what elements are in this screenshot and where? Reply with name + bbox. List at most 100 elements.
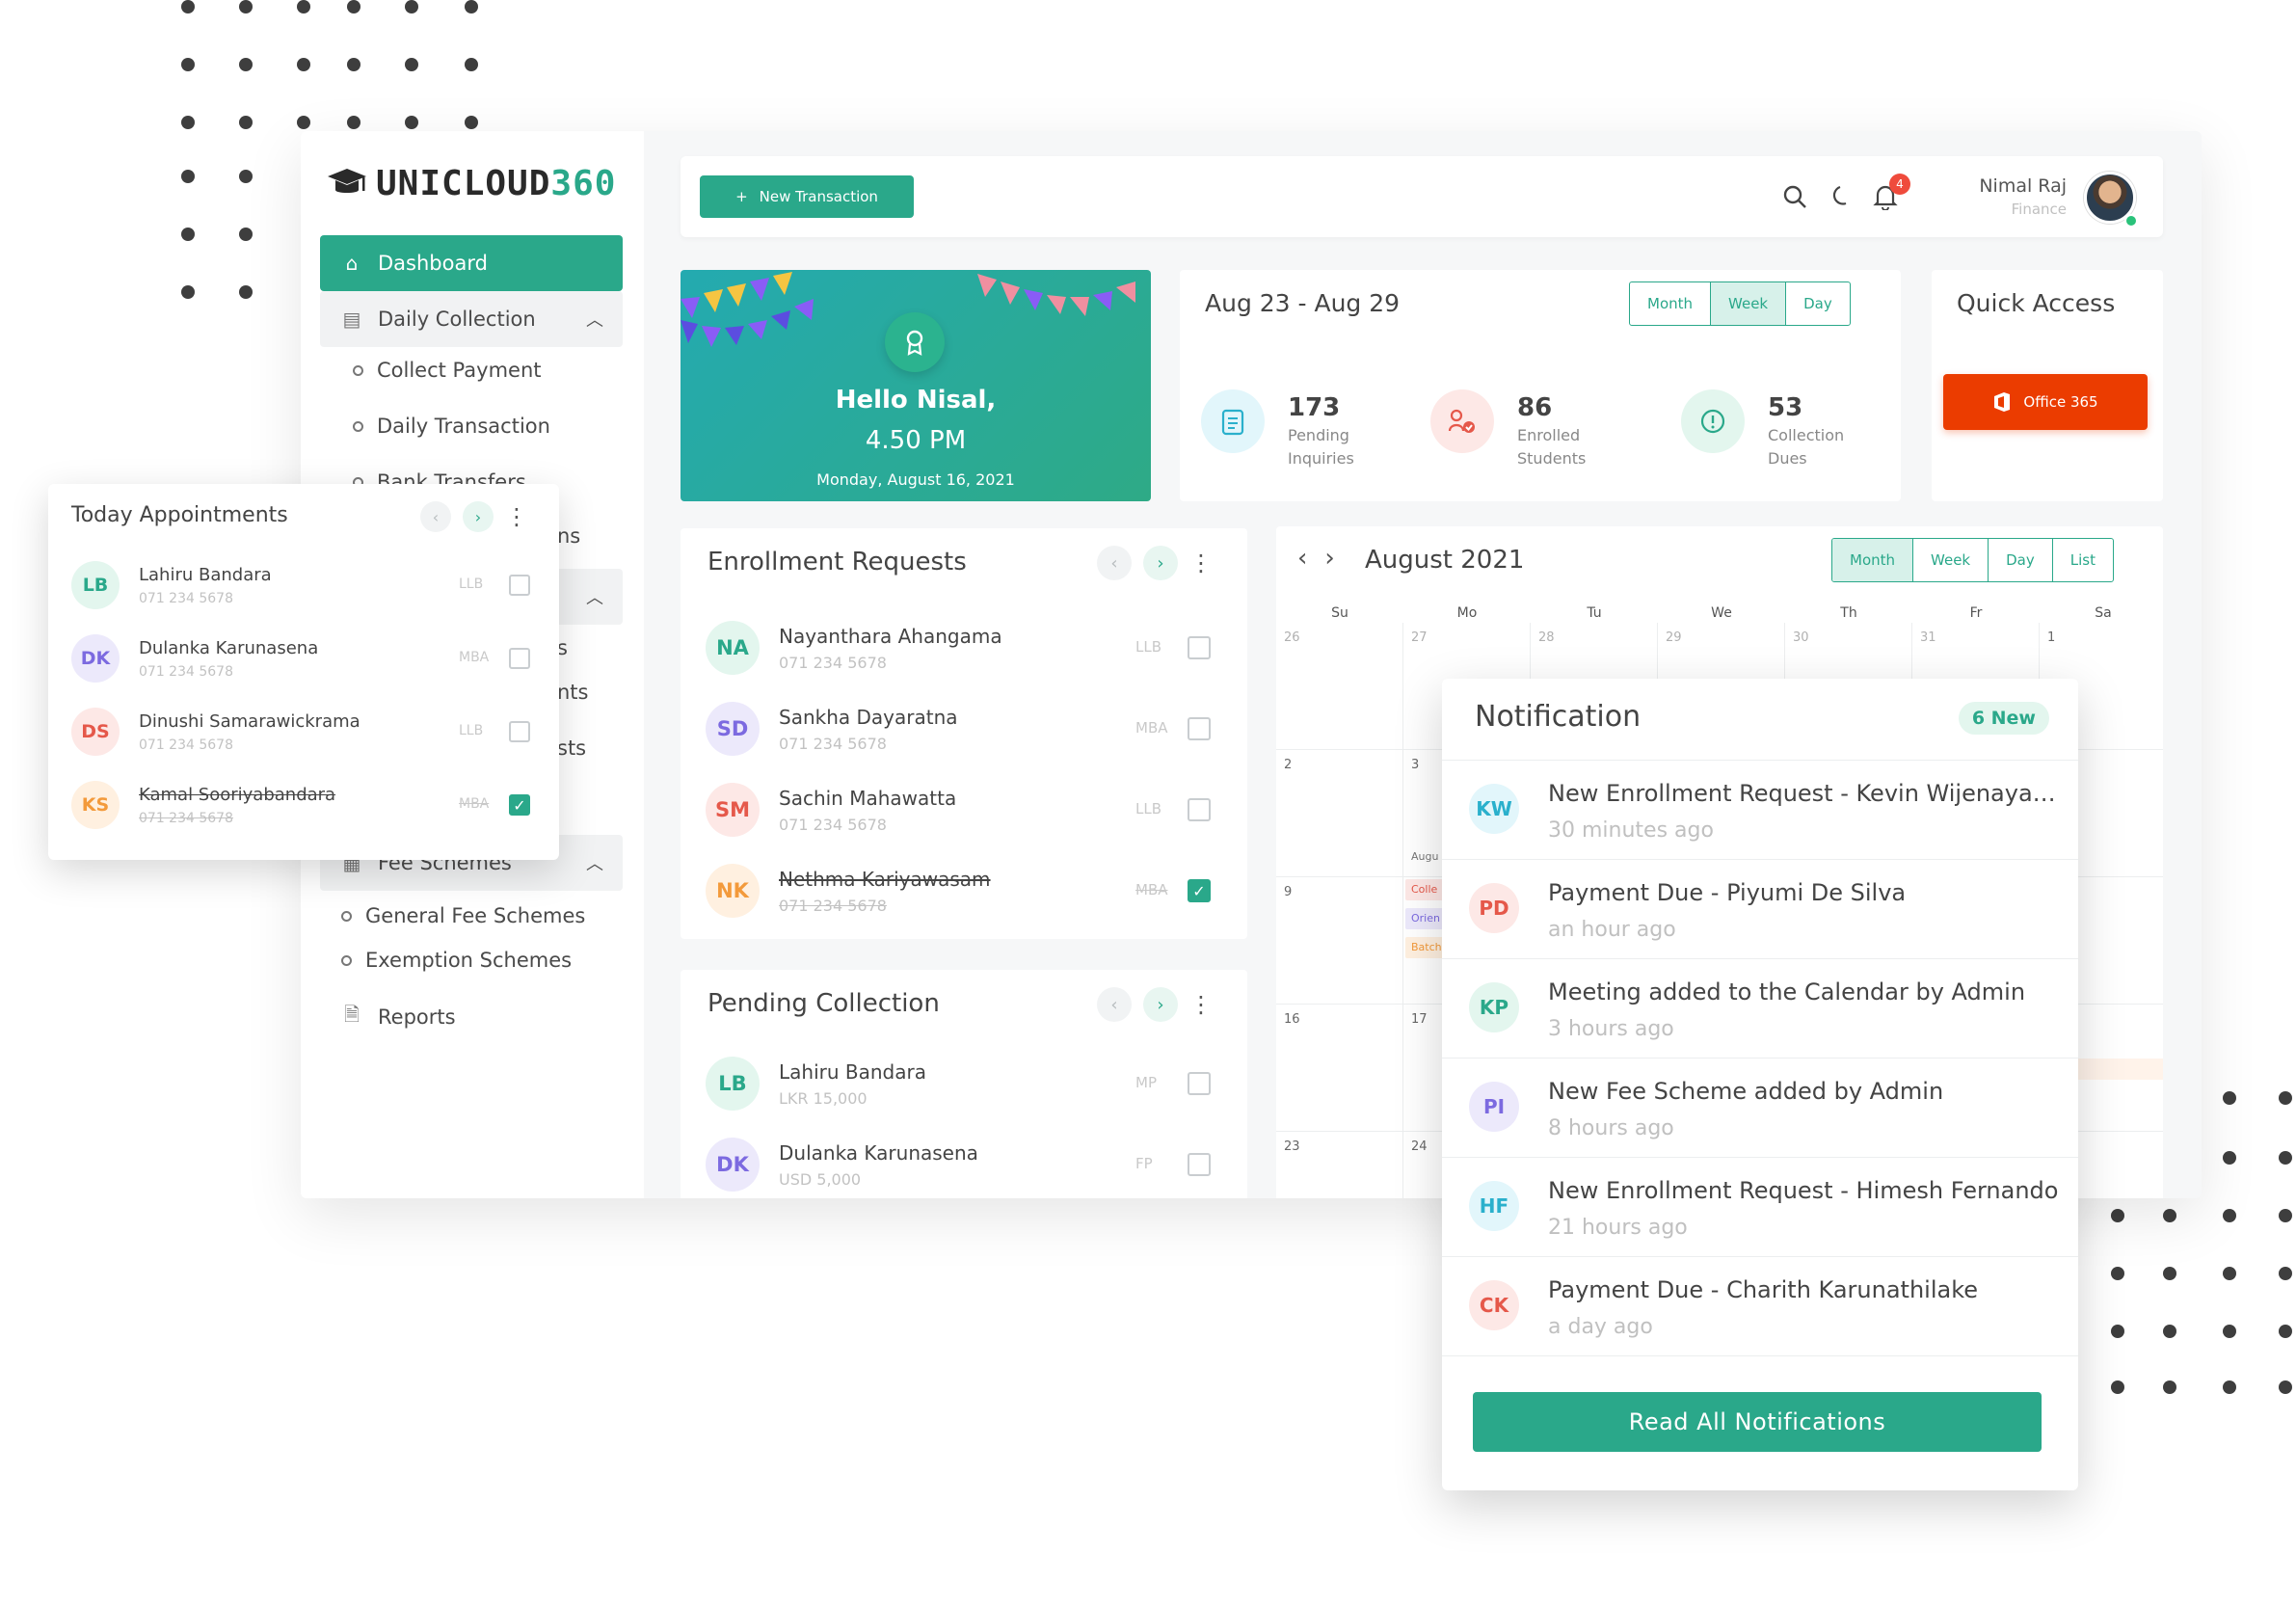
sidebar-item-dashboard[interactable]: ⌂ Dashboard [320, 235, 623, 291]
sidebar-subitem-collect-payment[interactable]: Collect Payment [353, 359, 542, 382]
view-week-button[interactable]: Week [1711, 282, 1787, 325]
decorative-dot [2279, 1151, 2292, 1165]
program-tag: FP [1135, 1155, 1153, 1172]
row-checkbox[interactable] [1188, 1072, 1211, 1095]
notification-time: 3 hours ago [1548, 1017, 1674, 1041]
office-365-button[interactable]: Office 365 [1943, 374, 2148, 430]
decorative-dot [2111, 1267, 2124, 1280]
new-transaction-button[interactable]: + New Transaction [700, 175, 914, 218]
notification-item[interactable]: HF New Enrollment Request - Himesh Fernan… [1442, 1157, 2078, 1256]
notification-item[interactable]: KP Meeting added to the Calendar by Admin… [1442, 958, 2078, 1058]
list-item[interactable]: DK Dulanka Karunasena USD 5,000 [706, 1124, 978, 1198]
chevron-left-icon[interactable]: ‹ [1097, 987, 1132, 1022]
notification-time: a day ago [1548, 1315, 1653, 1339]
row-checkbox[interactable] [1188, 798, 1211, 821]
list-item[interactable]: SD Sankha Dayaratna 071 234 5678 [706, 688, 958, 769]
stat-value: 86 [1517, 393, 1553, 422]
chevron-right-icon[interactable]: › [1324, 544, 1334, 573]
view-week-button[interactable]: Week [1913, 539, 1989, 581]
more-vertical-icon[interactable]: ⋮ [505, 503, 528, 530]
row-checkbox[interactable] [509, 648, 530, 669]
decorative-dot [297, 116, 310, 129]
view-list-button[interactable]: List [2053, 539, 2113, 581]
sidebar-item-reports[interactable]: 🗎 Reports [320, 989, 623, 1045]
today-appointments-card: Today Appointments ‹ › ⋮ LB Lahiru Bandar… [48, 484, 559, 860]
chevron-left-icon[interactable]: ‹ [1297, 544, 1307, 573]
row-checkbox[interactable] [509, 575, 530, 596]
read-all-notifications-button[interactable]: Read All Notifications [1473, 1392, 2042, 1452]
chevron-right-icon[interactable]: › [1143, 546, 1178, 580]
sidebar-subitem-general-fee-schemes[interactable]: General Fee Schemes [341, 904, 585, 927]
calendar-day-cell[interactable]: 9 [1276, 877, 1403, 1005]
notification-item[interactable]: PI New Fee Scheme added by Admin 8 hours a… [1442, 1058, 2078, 1157]
notification-item[interactable]: KW New Enrollment Request - Kevin Wijenay… [1442, 760, 2078, 859]
app-logo[interactable]: UNICLOUD360 [326, 164, 616, 203]
notification-text: New Fee Scheme added by Admin [1548, 1078, 1944, 1105]
chevron-right-icon[interactable]: › [463, 501, 494, 532]
calendar-day-cell[interactable]: 2 [1276, 750, 1403, 877]
list-item[interactable]: KS Kamal Sooriyabandara 071 234 5678 [71, 767, 335, 843]
list-item[interactable]: LB Lahiru Bandara LKR 15,000 [706, 1043, 926, 1124]
stat-collection-dues[interactable]: 53 Collection Dues [1681, 389, 1844, 470]
stat-enrolled-students[interactable]: 86 Enrolled Students [1430, 389, 1586, 470]
view-month-button[interactable]: Month [1832, 539, 1914, 581]
stat-label: Inquiries [1288, 449, 1354, 468]
logo-text: UNICLOUD [376, 164, 551, 203]
more-vertical-icon[interactable]: ⋮ [1189, 991, 1213, 1018]
calendar-title: August 2021 [1365, 546, 1525, 575]
day-number: 29 [1666, 630, 1682, 645]
decorative-dot [239, 58, 253, 71]
notification-text: New Enrollment Request - Kevin Wijenayak… [1548, 780, 2059, 807]
row-checkbox[interactable] [1188, 636, 1211, 659]
row-checkbox[interactable] [1188, 1153, 1211, 1176]
row-checkbox[interactable] [509, 721, 530, 742]
view-day-button[interactable]: Day [1786, 282, 1850, 325]
greeting-title: Hello Nisal, [835, 386, 997, 415]
calendar-day-cell[interactable]: 16 [1276, 1005, 1403, 1132]
button-label: New Transaction [759, 188, 878, 205]
row-checkbox[interactable]: ✓ [1188, 879, 1211, 902]
avatar: HF [1469, 1181, 1519, 1231]
view-day-button[interactable]: Day [1989, 539, 2053, 581]
avatar: NA [706, 621, 760, 675]
row-checkbox[interactable] [1188, 717, 1211, 740]
list-item[interactable]: DK Dulanka Karunasena 071 234 5678 [71, 621, 318, 696]
chevron-left-icon[interactable]: ‹ [420, 501, 451, 532]
sidebar-subitem-exemption-schemes[interactable]: Exemption Schemes [341, 949, 572, 972]
sidebar-item-daily-collection[interactable]: ▤ Daily Collection ︿ [320, 291, 623, 347]
notification-item[interactable]: CK Payment Due - Charith Karunathilake a d… [1442, 1256, 2078, 1355]
list-item[interactable]: SM Sachin Mahawatta 071 234 5678 [706, 769, 956, 850]
notification-text: New Enrollment Request - Himesh Fernando [1548, 1177, 2059, 1204]
avatar: LB [706, 1057, 760, 1111]
plus-icon: + [735, 188, 748, 205]
notification-item[interactable]: PD Payment Due - Piyumi De Silva an hour a… [1442, 859, 2078, 958]
users-check-icon [1430, 389, 1494, 453]
item-subtext: 071 234 5678 [779, 896, 887, 915]
list-item[interactable]: DS Dinushi Samarawickrama 071 234 5678 [71, 694, 360, 769]
chevron-left-icon[interactable]: ‹ [1097, 546, 1132, 580]
list-item[interactable]: NK Nethma Kariyawasam 071 234 5678 [706, 850, 991, 931]
stat-pending-inquiries[interactable]: 173 Pending Inquiries [1201, 389, 1354, 470]
search-icon[interactable] [1779, 181, 1810, 212]
more-vertical-icon[interactable]: ⋮ [1189, 549, 1213, 576]
list-item-text: Sachin Mahawatta 071 234 5678 [779, 787, 956, 834]
view-month-button[interactable]: Month [1630, 282, 1712, 325]
decorative-dot [2279, 1380, 2292, 1394]
list-item[interactable]: NA Nayanthara Ahangama 071 234 5678 [706, 607, 1002, 688]
program-tag: MBA [459, 650, 490, 665]
list-item[interactable]: LB Lahiru Bandara 071 234 5678 [71, 548, 272, 623]
notification-panel: Notification 6 New KW New Enrollment Requ… [1442, 679, 2078, 1490]
day-number: 31 [1920, 630, 1936, 645]
calendar-day-cell[interactable]: 26 [1276, 623, 1403, 750]
row-checkbox[interactable]: ✓ [509, 794, 530, 816]
calendar-day-cell[interactable]: 23 [1276, 1132, 1403, 1198]
sidebar-partial-label: sts [557, 737, 586, 760]
item-name: Dulanka Karunasena [779, 1140, 978, 1165]
avatar: KW [1469, 784, 1519, 834]
chevron-right-icon[interactable]: › [1143, 987, 1178, 1022]
item-subtext: 071 234 5678 [779, 734, 887, 753]
moon-icon[interactable] [1826, 181, 1856, 212]
weekday-label: Tu [1587, 605, 1602, 621]
user-name[interactable]: Nimal Raj [1979, 175, 2067, 197]
sidebar-subitem-daily-transaction[interactable]: Daily Transaction [353, 415, 550, 438]
